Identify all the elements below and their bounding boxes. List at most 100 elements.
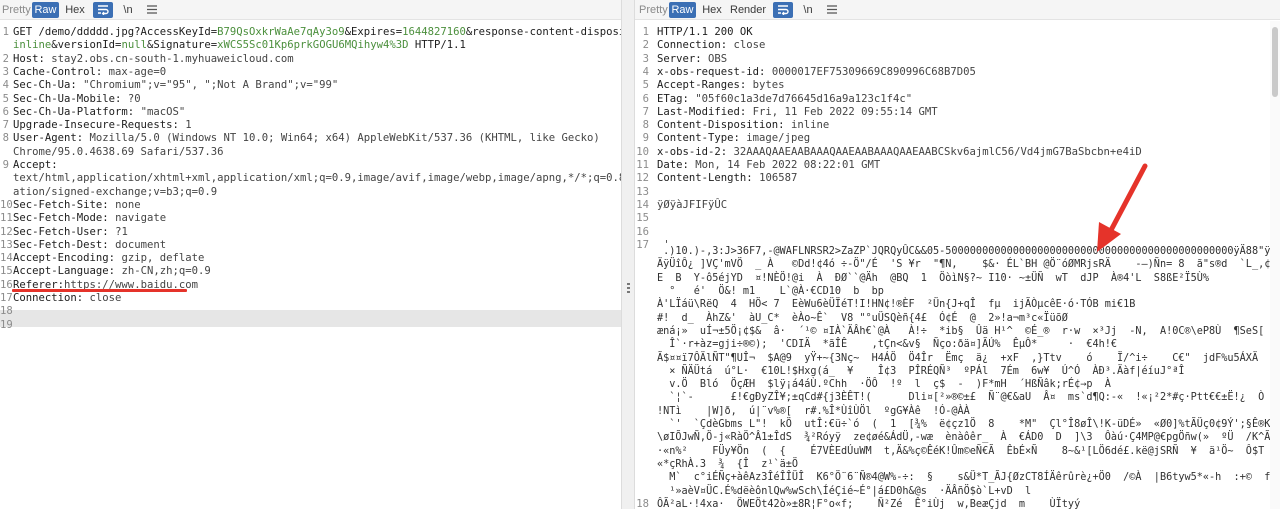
hamburger-icon: [147, 5, 157, 14]
response-token: Server:: [657, 52, 709, 65]
binary-text: ÔÃ²aL·!4xa· ÖWEÖt42ò»±8R¦F°o«f; Ñ²Zé Ê°i…: [657, 498, 1081, 509]
current-line-highlight: [0, 310, 621, 327]
response-newline-toggle[interactable]: \n: [799, 2, 817, 18]
binary-text: ° é' Ö&! m1 L`@À·€CD10 b bp: [657, 286, 884, 297]
request-token: User-Agent:: [13, 132, 90, 145]
line-number: 3: [642, 52, 649, 65]
binary-text: Î`·r+àz=gji÷®©); 'CDIÄ *ãÎÊ ,tÇn<&v§ Ñço…: [657, 339, 1118, 351]
response-token: Last-Modified:: [657, 105, 753, 118]
line-text: ETag: "05f60c1a3de7d76645d16a9a123c1f4c": [657, 93, 912, 106]
splitter-grip-icon: [627, 283, 630, 293]
line-text: Server: OBS: [657, 53, 727, 66]
red-arrow-annotation: [1097, 163, 1148, 252]
request-token: Accept-Language:: [13, 265, 122, 278]
request-token: 1: [185, 119, 192, 132]
request-token: max-age=0: [108, 65, 167, 78]
response-scrollbar[interactable]: [1270, 21, 1280, 509]
request-token: Cache-Control:: [13, 65, 109, 78]
scrollbar-thumb[interactable]: [1272, 27, 1278, 97]
response-raw-tab[interactable]: Raw: [669, 2, 696, 18]
line-text: Content-Length: 106587: [657, 172, 797, 185]
request-token: text/html,application/xhtml+xml,applicat…: [13, 172, 621, 185]
line-text: Host: stay2.obs.cn-south-1.myhuaweicloud…: [13, 53, 294, 66]
line-text: Sec-Fetch-Site: none: [13, 199, 141, 212]
request-token: B79QsOxkrWaAe7qAy3o9: [217, 26, 345, 38]
response-render-tab[interactable]: Render: [730, 2, 766, 18]
response-toolbar: Pretty Raw Hex Render \n: [635, 0, 1280, 20]
line-text: Chrome/95.0.4638.69 Safari/537.36: [13, 146, 223, 159]
request-token: Chrome/95.0.4638.69 Safari/537.36: [13, 145, 224, 158]
line-number: 10: [636, 145, 649, 158]
response-token: Content-Length:: [657, 172, 760, 185]
line-text: Content-Type: image/jpeg: [657, 132, 810, 145]
line-number: 16: [636, 225, 649, 238]
binary-text: × ÑÄÜtá ú°L· €10L!$Hxg(á_ ¥ Î¢3 PÎRÉQÑ³ …: [657, 365, 1185, 377]
line-text: Sec-Fetch-Mode: navigate: [13, 212, 166, 225]
request-token: GET /demo/ddddd.jpg?AccessKeyId=: [13, 26, 218, 38]
line-text: HTTP/1.1 200 OK: [657, 26, 753, 39]
line-text: Accept-Language: zh-CN,zh;q=0.9: [13, 265, 211, 278]
line-number: 14: [636, 198, 649, 211]
request-token: ?0: [127, 92, 141, 105]
response-wrap-toggle[interactable]: [773, 2, 793, 18]
binary-text: M` c°iÉÑç+àêAz3ÎéÎÎÜÎ K6°Ö¨6¨Ñ®4@W%-÷: §…: [657, 472, 1280, 484]
request-pane: Pretty Raw Hex \n 1 GET /demo/ddddd.jpg?A…: [0, 0, 621, 509]
line-number: 11: [0, 212, 13, 225]
response-pretty-tab[interactable]: Pretty: [639, 2, 668, 18]
line-text: Accept:: [13, 159, 64, 172]
request-token: &Signature=: [146, 39, 218, 52]
response-token: bytes: [752, 79, 785, 92]
binary-text: E B Y-ô5éjYD ¤!NÈÖ!@i À ÐØ``@Äh @BQ 1 Öò…: [657, 272, 1210, 284]
request-token: Sec-Ch-Ua-Mobile:: [13, 92, 128, 105]
line-number: 18: [636, 497, 649, 509]
response-token: Connection:: [657, 39, 734, 52]
request-token: 1644827160: [402, 26, 466, 38]
binary-text: Ã$¤¤ï7ÔÄlÑT"¶UÎ¬ $A@9 yŸ+~{3Nç~ H4ÁÖ Ö4Î…: [657, 352, 1280, 364]
request-editor[interactable]: 1 GET /demo/ddddd.jpg?AccessKeyId=B79QsOx…: [0, 21, 621, 509]
line-number: 13: [0, 238, 13, 251]
response-hex-tab[interactable]: Hex: [700, 2, 724, 18]
request-token: &response-content-disposition=: [465, 26, 621, 38]
request-menu-button[interactable]: [142, 2, 162, 18]
response-token: ETag:: [657, 92, 696, 105]
binary-text: \øIÕJwÑ,Ö-j«RàÖ^Â1±ÎdS ¾²Róyÿ ze¢øé&ÁdÜ,…: [657, 432, 1280, 444]
binary-text: æná¡» uÍ¬±5Ö¡¢$& â· ´¹© ¤IÀ`ÄÂh€`@À À!÷ …: [657, 325, 1280, 337]
line-text: Content-Disposition: inline: [657, 119, 829, 132]
binary-text: #! d_ ÀhZ&' àU_C* èÀo~Ê` V8 "°uÜSQèñ{4£ …: [657, 312, 1068, 324]
response-token: HTTP/1.1 200 OK: [657, 26, 753, 38]
response-token: x-obs-id-2:: [657, 145, 734, 158]
binary-text: .)10.)-,3:J>36F7,-@WAFLNRSR2>ZaZP`JQRQyÛ…: [657, 246, 1280, 258]
line-text: Last-Modified: Fri, 11 Feb 2022 09:55:14…: [657, 106, 938, 119]
line-text: ÿØÿàJFIFÿÛC: [657, 199, 727, 212]
request-hex-tab[interactable]: Hex: [63, 2, 87, 18]
request-token: gzip, deflate: [121, 252, 205, 265]
request-token: close: [89, 292, 122, 304]
line-text: x-obs-id-2: 32AAAQAAEAABAAAQAAEAABAAAQAA…: [657, 146, 1142, 159]
request-token: Sec-Fetch-Dest:: [13, 238, 116, 251]
request-token: Sec-Fetch-User:: [13, 225, 116, 238]
line-number: 6: [642, 92, 649, 105]
request-token: stay2.obs.cn-south-1.myhuaweicloud.com: [51, 52, 294, 65]
line-number: 9: [642, 132, 649, 145]
line-number: 2: [2, 52, 9, 65]
binary-text: ÄÿÜîÔ¿ ]VÇ'mVÖ _ À ©Dd!¢4ó ÷-Ö"/É 'S ¥r …: [657, 259, 1271, 271]
request-newline-toggle[interactable]: \n: [119, 2, 137, 18]
request-token: Accept:: [13, 159, 65, 171]
response-editor[interactable]: 1 HTTP/1.1 200 OK 2 Connection: close 3 Serve…: [635, 21, 1280, 509]
request-raw-tab[interactable]: Raw: [32, 2, 59, 18]
request-pretty-tab[interactable]: Pretty: [2, 2, 31, 18]
line-number: 5: [2, 92, 9, 105]
line-number: 4: [642, 65, 649, 78]
request-token: ?1: [115, 225, 128, 238]
response-menu-button[interactable]: [822, 2, 842, 18]
line-number: 5: [642, 79, 649, 92]
line-number: 1: [642, 26, 649, 38]
pane-splitter[interactable]: [621, 0, 635, 509]
hamburger-icon: [827, 5, 837, 14]
request-token: none: [115, 198, 141, 211]
line-number: 17: [0, 292, 13, 304]
line-text: Upgrade-Insecure-Requests: 1: [13, 119, 192, 132]
line-text: Sec-Ch-Ua-Mobile: ?0: [13, 93, 141, 106]
request-wrap-toggle[interactable]: [93, 2, 113, 18]
binary-text: !NTì |W]ð, ú|¨v%®[ r#.%Î*ÙîÙÖl ºgG¥Àê !Ó…: [657, 405, 970, 417]
